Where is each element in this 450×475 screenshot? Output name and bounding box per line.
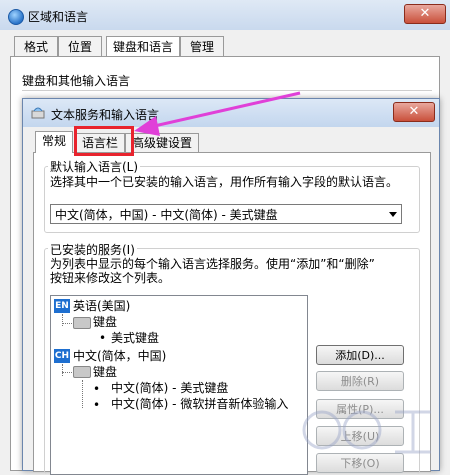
keyboards-group-label: 键盘和其他输入语言 [22, 74, 131, 88]
installed-services-tree[interactable]: EN 英语(美国) 键盘 • 美式键盘 CH 中文(简体，中国) 键盘 • 中文… [50, 295, 308, 475]
bullet-icon: • [99, 331, 107, 345]
tree-connector [62, 372, 72, 373]
chevron-down-icon [389, 212, 397, 217]
tree-lang-english[interactable]: 英语(美国) [73, 298, 130, 314]
add-button[interactable]: 添加(D)... [316, 345, 404, 365]
ch-language-icon: CH [54, 349, 70, 363]
inner-close-button[interactable]: ✕ [393, 102, 435, 122]
tree-keyboard-english[interactable]: 键盘 [93, 314, 117, 330]
tab-general[interactable]: 常规 [35, 131, 73, 153]
default-language-select[interactable]: 中文(简体，中国) - 中文(简体) - 美式键盘 [50, 204, 402, 224]
default-language-description: 选择其中一个已安装的输入语言，用作所有输入字段的默认语言。 [50, 175, 399, 189]
language-bar-highlight [74, 126, 134, 156]
bullet-icon: • [93, 382, 101, 396]
tab-location[interactable]: 位置 [58, 36, 102, 57]
tree-connector [62, 323, 72, 324]
tree-item-cn-us-keyboard[interactable]: 中文(简体) - 美式键盘 [111, 380, 228, 396]
tab-advanced-key-settings[interactable]: 高级键设置 [125, 133, 199, 152]
tab-formats[interactable]: 格式 [14, 36, 58, 57]
outer-close-button[interactable]: ✕ [404, 4, 446, 24]
installed-services-description-2: 按钮来修改这个列表。 [50, 271, 171, 285]
tree-connector [62, 314, 63, 326]
globe-icon [8, 9, 24, 25]
keyboard-icon [73, 366, 91, 378]
text-services-icon [31, 107, 45, 119]
inner-title-bar: 文本服务和输入语言 ✕ [23, 99, 439, 127]
tree-item-cn-pinyin[interactable]: 中文(简体) - 微软拼音新体验输入 [111, 396, 288, 412]
tree-keyboard-chinese[interactable]: 键盘 [93, 364, 117, 380]
tab-administrative[interactable]: 管理 [180, 36, 224, 57]
outer-title-bar: 区域和语言 ✕ [0, 0, 450, 30]
watermark-logo-icon [302, 410, 431, 454]
tab-keyboards-languages[interactable]: 键盘和语言 [106, 36, 180, 57]
tree-connector [82, 380, 83, 408]
default-language-value: 中文(简体，中国) - 中文(简体) - 美式键盘 [55, 208, 278, 222]
keyboard-icon [73, 317, 91, 329]
installed-services-label: 已安装的服务(I) [48, 241, 137, 258]
tree-item-us-keyboard[interactable]: 美式键盘 [111, 330, 159, 346]
tree-connector [62, 364, 63, 376]
outer-window-title: 区域和语言 [28, 10, 89, 24]
tree-lang-chinese[interactable]: 中文(简体，中国) [73, 348, 166, 364]
bullet-icon: • [93, 398, 101, 412]
remove-button[interactable]: 删除(R) [316, 371, 404, 391]
en-language-icon: EN [54, 299, 70, 313]
inner-window-title: 文本服务和输入语言 [51, 108, 160, 122]
default-language-label: 默认输入语言(L) [48, 158, 141, 175]
installed-services-description-1: 为列表中显示的每个输入语言选择服务。使用“添加”和“删除” [50, 257, 375, 271]
